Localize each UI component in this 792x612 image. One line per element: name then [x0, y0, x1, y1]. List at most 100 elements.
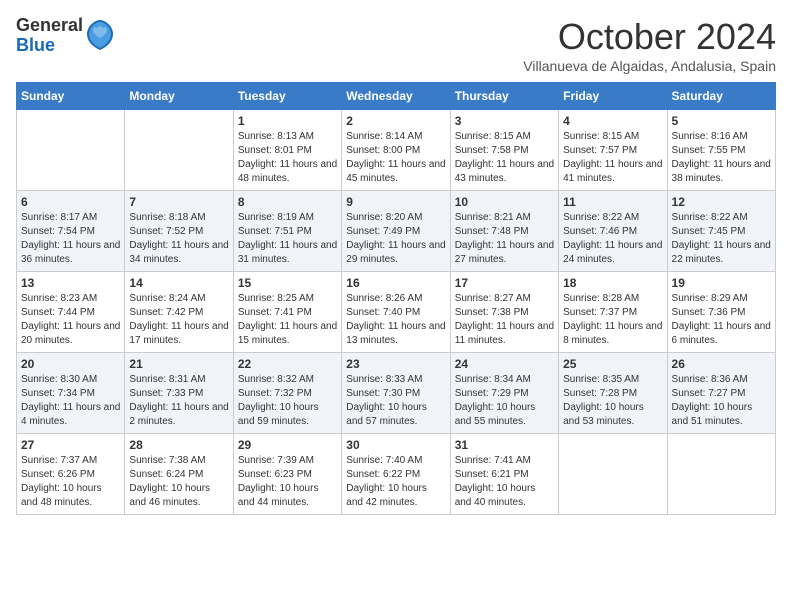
calendar-cell: 24 Sunrise: 8:34 AMSunset: 7:29 PMDayligh…	[450, 353, 558, 434]
calendar-cell: 28 Sunrise: 7:38 AMSunset: 6:24 PMDayligh…	[125, 434, 233, 515]
calendar-cell: 14 Sunrise: 8:24 AMSunset: 7:42 PMDayligh…	[125, 272, 233, 353]
calendar-cell: 18Sunrise: 8:28 AMSunset: 7:37 PMDayligh…	[559, 272, 667, 353]
day-info: Sunrise: 8:15 AMSunset: 7:57 PMDaylight:…	[563, 130, 662, 186]
calendar-cell: 21 Sunrise: 8:31 AMSunset: 7:33 PMDayligh…	[125, 353, 233, 434]
day-number: 19	[672, 276, 771, 290]
day-number: 12	[672, 195, 771, 209]
day-info: Sunrise: 8:35 AMSunset: 7:28 PMDaylight:…	[563, 373, 662, 429]
day-info: Sunrise: 8:16 AMSunset: 7:55 PMDaylight:…	[672, 130, 771, 186]
calendar-cell: 31 Sunrise: 7:41 AMSunset: 6:21 PMDayligh…	[450, 434, 558, 515]
calendar-cell: 11 Sunrise: 8:22 AMSunset: 7:46 PMDayligh…	[559, 191, 667, 272]
day-info: Sunrise: 8:20 AMSunset: 7:49 PMDaylight:…	[346, 211, 445, 267]
calendar-cell: 10 Sunrise: 8:21 AMSunset: 7:48 PMDayligh…	[450, 191, 558, 272]
calendar-cell: 6Sunrise: 8:17 AMSunset: 7:54 PMDaylight…	[17, 191, 125, 272]
day-number: 29	[238, 438, 337, 452]
calendar-cell	[667, 434, 775, 515]
calendar-cell: 27 Sunrise: 7:37 AMSunset: 6:26 PMDayligh…	[17, 434, 125, 515]
day-number: 1	[238, 114, 337, 128]
day-number: 20	[21, 357, 120, 371]
calendar-week-row: 13 Sunrise: 8:23 AMSunset: 7:44 PMDayligh…	[17, 272, 776, 353]
day-number: 15	[238, 276, 337, 290]
day-info: Sunrise: 8:34 AMSunset: 7:29 PMDaylight:…	[455, 373, 554, 429]
day-info: Sunrise: 8:32 AMSunset: 7:32 PMDaylight:…	[238, 373, 337, 429]
calendar-cell: 23 Sunrise: 8:33 AMSunset: 7:30 PMDayligh…	[342, 353, 450, 434]
calendar-cell: 1Sunrise: 8:13 AMSunset: 8:01 PMDaylight…	[233, 110, 341, 191]
logo-bird-icon	[85, 18, 115, 54]
day-info: Sunrise: 7:39 AMSunset: 6:23 PMDaylight:…	[238, 454, 337, 510]
calendar-cell: 22Sunrise: 8:32 AMSunset: 7:32 PMDayligh…	[233, 353, 341, 434]
day-info: Sunrise: 8:22 AMSunset: 7:45 PMDaylight:…	[672, 211, 771, 267]
calendar-cell: 29 Sunrise: 7:39 AMSunset: 6:23 PMDayligh…	[233, 434, 341, 515]
day-header-thursday: Thursday	[450, 83, 558, 110]
day-info: Sunrise: 7:37 AMSunset: 6:26 PMDaylight:…	[21, 454, 120, 510]
day-number: 23	[346, 357, 445, 371]
calendar-cell: 12 Sunrise: 8:22 AMSunset: 7:45 PMDayligh…	[667, 191, 775, 272]
day-number: 7	[129, 195, 228, 209]
calendar-cell: 16 Sunrise: 8:26 AMSunset: 7:40 PMDayligh…	[342, 272, 450, 353]
day-number: 2	[346, 114, 445, 128]
calendar-cell	[559, 434, 667, 515]
day-number: 4	[563, 114, 662, 128]
day-number: 21	[129, 357, 228, 371]
calendar-cell: 5 Sunrise: 8:16 AMSunset: 7:55 PMDaylight…	[667, 110, 775, 191]
day-number: 31	[455, 438, 554, 452]
calendar-cell: 4 Sunrise: 8:15 AMSunset: 7:57 PMDaylight…	[559, 110, 667, 191]
calendar-cell: 8 Sunrise: 8:19 AMSunset: 7:51 PMDaylight…	[233, 191, 341, 272]
day-info: Sunrise: 8:28 AMSunset: 7:37 PMDaylight:…	[563, 292, 662, 348]
day-header-sunday: Sunday	[17, 83, 125, 110]
day-info: Sunrise: 8:14 AMSunset: 8:00 PMDaylight:…	[346, 130, 445, 186]
calendar-cell: 3Sunrise: 8:15 AMSunset: 7:58 PMDaylight…	[450, 110, 558, 191]
day-info: Sunrise: 8:22 AMSunset: 7:46 PMDaylight:…	[563, 211, 662, 267]
day-info: Sunrise: 8:31 AMSunset: 7:33 PMDaylight:…	[129, 373, 228, 429]
day-header-wednesday: Wednesday	[342, 83, 450, 110]
day-number: 3	[455, 114, 554, 128]
day-info: Sunrise: 7:41 AMSunset: 6:21 PMDaylight:…	[455, 454, 554, 510]
day-number: 5	[672, 114, 771, 128]
calendar-cell: 17Sunrise: 8:27 AMSunset: 7:38 PMDayligh…	[450, 272, 558, 353]
logo: General Blue	[16, 16, 115, 56]
day-info: Sunrise: 8:21 AMSunset: 7:48 PMDaylight:…	[455, 211, 554, 267]
day-number: 13	[21, 276, 120, 290]
day-info: Sunrise: 8:19 AMSunset: 7:51 PMDaylight:…	[238, 211, 337, 267]
day-number: 30	[346, 438, 445, 452]
day-number: 16	[346, 276, 445, 290]
day-number: 6	[21, 195, 120, 209]
calendar-header-row: SundayMondayTuesdayWednesdayThursdayFrid…	[17, 83, 776, 110]
calendar-week-row: 27 Sunrise: 7:37 AMSunset: 6:26 PMDayligh…	[17, 434, 776, 515]
calendar-cell: 9 Sunrise: 8:20 AMSunset: 7:49 PMDaylight…	[342, 191, 450, 272]
calendar-cell: 26 Sunrise: 8:36 AMSunset: 7:27 PMDayligh…	[667, 353, 775, 434]
day-info: Sunrise: 8:29 AMSunset: 7:36 PMDaylight:…	[672, 292, 771, 348]
day-info: Sunrise: 8:36 AMSunset: 7:27 PMDaylight:…	[672, 373, 771, 429]
day-header-friday: Friday	[559, 83, 667, 110]
day-number: 10	[455, 195, 554, 209]
calendar-cell: 7 Sunrise: 8:18 AMSunset: 7:52 PMDaylight…	[125, 191, 233, 272]
calendar-cell	[125, 110, 233, 191]
calendar-cell: 25Sunrise: 8:35 AMSunset: 7:28 PMDayligh…	[559, 353, 667, 434]
day-number: 17	[455, 276, 554, 290]
day-number: 24	[455, 357, 554, 371]
day-info: Sunrise: 8:26 AMSunset: 7:40 PMDaylight:…	[346, 292, 445, 348]
day-info: Sunrise: 8:18 AMSunset: 7:52 PMDaylight:…	[129, 211, 228, 267]
day-number: 9	[346, 195, 445, 209]
calendar-cell	[17, 110, 125, 191]
location-text: Villanueva de Algaidas, Andalusia, Spain	[523, 58, 776, 74]
calendar-table: SundayMondayTuesdayWednesdayThursdayFrid…	[16, 82, 776, 515]
day-number: 27	[21, 438, 120, 452]
day-number: 8	[238, 195, 337, 209]
month-title: October 2024	[523, 16, 776, 58]
day-number: 14	[129, 276, 228, 290]
day-number: 28	[129, 438, 228, 452]
day-info: Sunrise: 7:40 AMSunset: 6:22 PMDaylight:…	[346, 454, 445, 510]
calendar-week-row: 20Sunrise: 8:30 AMSunset: 7:34 PMDayligh…	[17, 353, 776, 434]
logo-blue-text: Blue	[16, 36, 83, 56]
day-info: Sunrise: 8:24 AMSunset: 7:42 PMDaylight:…	[129, 292, 228, 348]
day-info: Sunrise: 8:33 AMSunset: 7:30 PMDaylight:…	[346, 373, 445, 429]
day-info: Sunrise: 8:23 AMSunset: 7:44 PMDaylight:…	[21, 292, 120, 348]
day-info: Sunrise: 8:25 AMSunset: 7:41 PMDaylight:…	[238, 292, 337, 348]
calendar-cell: 30 Sunrise: 7:40 AMSunset: 6:22 PMDayligh…	[342, 434, 450, 515]
calendar-cell: 20Sunrise: 8:30 AMSunset: 7:34 PMDayligh…	[17, 353, 125, 434]
day-number: 26	[672, 357, 771, 371]
day-info: Sunrise: 7:38 AMSunset: 6:24 PMDaylight:…	[129, 454, 228, 510]
day-number: 11	[563, 195, 662, 209]
calendar-week-row: 6Sunrise: 8:17 AMSunset: 7:54 PMDaylight…	[17, 191, 776, 272]
